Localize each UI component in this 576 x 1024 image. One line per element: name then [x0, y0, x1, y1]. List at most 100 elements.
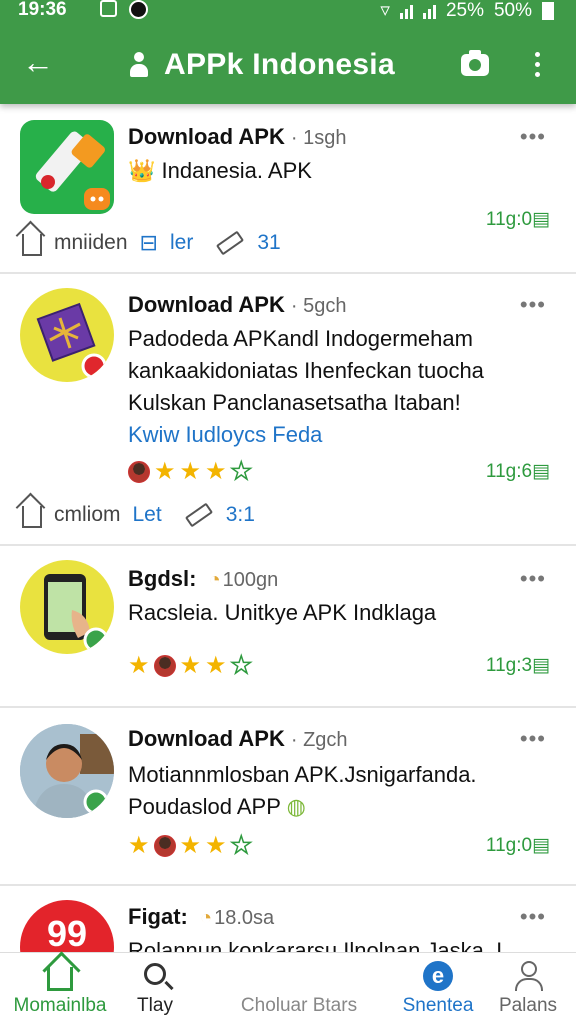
save-action-label[interactable]: mniiden [54, 231, 128, 255]
camera-icon[interactable] [461, 50, 489, 76]
nav-label: Snentea [402, 995, 474, 1016]
nav-item-profile[interactable]: Palans [490, 953, 566, 1024]
share-icon[interactable]: ⊟ [140, 230, 158, 256]
pencil-app-icon [35, 131, 110, 210]
notification-icons [100, 0, 148, 19]
star-icon: ★ [128, 652, 150, 679]
star-outline-icon: ★ [230, 832, 253, 859]
card-body-line: Racsleia. Unitkye APK Indklaga [128, 600, 437, 625]
feed-card[interactable]: Download APK · Zgch ••• Motiannmlosban AP… [0, 710, 576, 884]
feed-card[interactable]: Bgdsl: ◔ 100gn ••• Racsleia. Unitkye APK … [0, 548, 576, 706]
status-time: 19:36 [18, 0, 67, 20]
card-body-line: kankaakidoniatas Ihenfeckan tuocha [128, 358, 484, 383]
notification-app-icon [100, 0, 117, 17]
back-arrow-icon[interactable]: ← [22, 46, 54, 78]
app-thumbnail[interactable] [20, 120, 114, 214]
search-icon [144, 963, 166, 985]
app-bar: ← APPk Indonesia [0, 30, 576, 100]
explore-icon: e [423, 961, 453, 991]
card-stamp: 11g:0▤ [485, 209, 550, 230]
nav-item-categories[interactable]: Choluar Btars [226, 953, 372, 1024]
card-body-line: Motiannmlosban APK.Jsnigarfanda. [128, 762, 477, 787]
battery-percent-b: 50% [493, 0, 532, 21]
star-icon: ★ [179, 652, 202, 679]
reviewer-avatar [153, 835, 176, 857]
divider [0, 884, 576, 886]
nav-label: Momainlba [13, 995, 107, 1016]
feed-card[interactable]: 99 Figat: ◔ 18.0sa ••• Rolannun konkarars… [0, 888, 576, 952]
card-stamp: 11g:0▤ [485, 835, 550, 856]
nav-label: Choluar Btars [240, 995, 358, 1016]
card-more-icon[interactable]: ••• [520, 124, 546, 150]
feed-list[interactable]: Download APK · 1sgh ••• 👑 Indanesia. APK … [0, 104, 576, 952]
star-icon: ★ [179, 458, 202, 485]
card-more-icon[interactable]: ••• [520, 726, 546, 752]
clock-icon: ◔ [208, 569, 221, 591]
divider [0, 544, 576, 546]
card-stamp: 11g:6▤ [485, 461, 550, 482]
status-right: ▿ 25% 50% [380, 0, 554, 22]
card-time: 18.0sa [214, 907, 275, 929]
comment-count[interactable]: 3:1 [226, 503, 255, 527]
star-icon: ★ [179, 832, 202, 859]
phone-app-icon [44, 574, 109, 653]
nav-item-trending[interactable]: e Snentea [390, 953, 486, 1024]
share-action-label[interactable]: ler [170, 231, 193, 255]
comment-icon[interactable] [184, 502, 213, 528]
save-action-label[interactable]: cmliom [54, 503, 121, 527]
star-icon: ★ [205, 832, 227, 859]
nav-label: Palans [498, 995, 558, 1016]
comment-icon[interactable] [216, 230, 245, 256]
overflow-menu-icon[interactable] [534, 52, 542, 80]
save-icon[interactable] [22, 234, 42, 256]
card-title[interactable]: Download APK · 5gch [128, 292, 346, 318]
signal-icon [399, 3, 413, 19]
app-title: APPk Indonesia [164, 48, 395, 81]
top-bar: 19:36 ▿ 25% 50% ← APPk Indonesia [0, 0, 576, 104]
save-icon[interactable] [22, 506, 42, 528]
card-time: · Zgch [290, 729, 348, 751]
app-thumbnail[interactable] [20, 288, 114, 382]
card-time: · 5gch [290, 295, 347, 317]
card-body-line: Rolannun konkararsu Ilnolnan Jaska. I [128, 938, 503, 952]
person-photo-icon [20, 724, 114, 818]
comment-count[interactable]: 31 [257, 231, 280, 255]
card-title[interactable]: Bgdsl: ◔ 100gn [128, 566, 278, 592]
person-icon [128, 52, 150, 78]
card-title[interactable]: Figat: ◔ 18.0sa [128, 904, 274, 930]
bottom-navigation: Momainlba Tlay Choluar Btars e Snentea P… [0, 952, 576, 1024]
clock-icon: ◔ [200, 907, 213, 929]
card-title[interactable]: Download APK · 1sgh [128, 124, 346, 150]
star-icon: ★ [205, 652, 227, 679]
card-body-line: Padodeda APKandl Indogermeham [128, 326, 473, 351]
share-action-label[interactable]: Let [133, 503, 162, 527]
rating-stars: ★ ★ ★ ★ [128, 652, 253, 679]
nav-item-home[interactable]: Momainlba [10, 953, 110, 1024]
rating-stars: ★ ★ ★ ★ [128, 458, 253, 485]
feed-card[interactable]: Download APK · 1sgh ••• 👑 Indanesia. APK … [0, 104, 576, 272]
star-icon: ★ [154, 458, 176, 485]
divider [0, 272, 576, 274]
card-time: · 1sgh [290, 127, 347, 149]
user-avatar[interactable] [20, 724, 114, 818]
tennis-ball-icon: ◍ [286, 794, 306, 819]
star-icon: ★ [205, 458, 227, 485]
card-title[interactable]: Download APK · Zgch [128, 726, 348, 752]
feed-card[interactable]: Download APK · 5gch ••• Padodeda APKandl … [0, 276, 576, 544]
status-bar: 19:36 ▿ 25% 50% [0, 0, 576, 22]
nav-item-search[interactable]: Tlay [112, 953, 198, 1024]
card-body-line: Poudaslod APP ◍ [128, 794, 306, 819]
star-outline-icon: ★ [230, 458, 253, 485]
star-outline-icon: ★ [230, 652, 253, 679]
divider [0, 706, 576, 708]
card-more-icon[interactable]: ••• [520, 904, 546, 930]
app-thumbnail[interactable]: 99 [20, 900, 114, 952]
card-body-line: 👑 Indanesia. APK [128, 158, 312, 183]
reviewer-avatar [128, 461, 150, 483]
card-more-icon[interactable]: ••• [520, 292, 546, 318]
card-more-icon[interactable]: ••• [520, 566, 546, 592]
user-icon [514, 961, 543, 991]
card-link[interactable]: Kwiw Iudloycs Feda [128, 422, 322, 448]
app-thumbnail[interactable] [20, 560, 114, 654]
rating-stars: ★ ★ ★ ★ [128, 832, 253, 859]
